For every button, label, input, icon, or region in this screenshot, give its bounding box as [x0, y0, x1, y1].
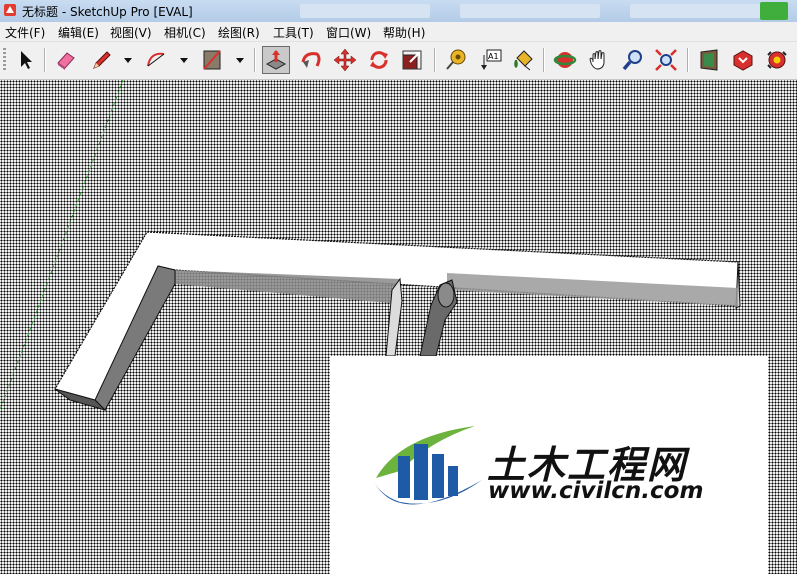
menu-camera[interactable]: 相机(C): [164, 24, 206, 41]
arrow-cursor-icon: [21, 51, 32, 69]
window-title: 无标题 - SketchUp Pro [EVAL]: [22, 5, 193, 19]
svg-text:A1: A1: [488, 52, 499, 61]
toolbar-grip[interactable]: [3, 48, 6, 72]
arc-icon: [147, 52, 165, 67]
paint-bucket-tool-button[interactable]: [509, 46, 537, 74]
move-icon: [333, 48, 357, 72]
menu-view[interactable]: 视图(V): [110, 24, 152, 41]
orbit-tool-button[interactable]: [551, 46, 579, 74]
pencil-tool-button[interactable]: [88, 46, 116, 74]
zoom-extents-tool-button[interactable]: [652, 46, 680, 74]
paint-bucket-icon: [514, 50, 533, 71]
title-bar: 无标题 - SketchUp Pro [EVAL]: [0, 0, 797, 23]
tape-measure-tool-button[interactable]: [442, 46, 470, 74]
hand-icon: [589, 50, 605, 70]
share-model-icon: [733, 50, 753, 71]
magnifier-icon: [622, 50, 642, 71]
follow-me-icon: [301, 52, 321, 68]
move-tool-button[interactable]: [331, 46, 359, 74]
watermark-url: www.civilcn.com: [488, 478, 704, 504]
scale-tool-button[interactable]: [398, 46, 426, 74]
sketchup-app-icon[interactable]: [3, 3, 17, 17]
main-toolbar: A1: [0, 42, 797, 80]
share-model-tool-button[interactable]: [729, 46, 757, 74]
arc-tool-button[interactable]: [142, 46, 170, 74]
rectangle-icon: [203, 50, 221, 70]
eraser-icon: [57, 52, 75, 70]
toolbar-separator: [687, 48, 689, 72]
toolbar-separator: [44, 48, 46, 72]
push-pull-icon: [265, 50, 287, 70]
get-models-tool-button[interactable]: [695, 46, 723, 74]
extension-warehouse-icon: [767, 51, 787, 69]
watermark-panel: 土木工程网 www.civilcn.com: [330, 356, 768, 574]
toolbar-separator: [434, 48, 436, 72]
text-tool-button[interactable]: A1: [476, 46, 504, 74]
follow-me-tool-button[interactable]: [297, 46, 325, 74]
menu-bar: 文件(F) 编辑(E) 视图(V) 相机(C) 绘图(R) 工具(T) 窗口(W…: [0, 22, 797, 42]
3d-warehouse-icon: [700, 49, 718, 71]
civilcn-logo-icon: [374, 426, 482, 505]
select-tool-button[interactable]: [12, 46, 40, 74]
menu-help[interactable]: 帮助(H): [383, 24, 425, 41]
tape-measure-icon: [446, 49, 466, 70]
toolbar-separator: [543, 48, 545, 72]
chevron-down-icon[interactable]: [236, 56, 244, 64]
toolbar-separator: [254, 48, 256, 72]
eraser-tool-button[interactable]: [52, 46, 80, 74]
menu-window[interactable]: 窗口(W): [326, 24, 371, 41]
pencil-icon: [93, 51, 111, 69]
extension-warehouse-tool-button[interactable]: [763, 46, 791, 74]
text-label-icon: A1: [481, 49, 502, 70]
chevron-down-icon[interactable]: [180, 56, 188, 64]
zoom-tool-button[interactable]: [619, 46, 647, 74]
menu-edit[interactable]: 编辑(E): [58, 24, 99, 41]
orbit-icon: [553, 52, 577, 68]
menu-tools[interactable]: 工具(T): [273, 24, 314, 41]
rotate-tool-button[interactable]: [365, 46, 393, 74]
chevron-down-icon[interactable]: [124, 56, 132, 64]
scale-icon: [402, 50, 422, 70]
model-joint: [437, 282, 455, 308]
rotate-icon: [370, 51, 388, 69]
background-taskbar-blur: [300, 2, 790, 20]
menu-file[interactable]: 文件(F): [5, 24, 45, 41]
pan-tool-button[interactable]: [585, 46, 613, 74]
menu-draw[interactable]: 绘图(R): [218, 24, 260, 41]
rectangle-tool-button[interactable]: [198, 46, 226, 74]
push-pull-tool-button[interactable]: [262, 46, 290, 74]
zoom-extents-icon: [655, 49, 677, 71]
